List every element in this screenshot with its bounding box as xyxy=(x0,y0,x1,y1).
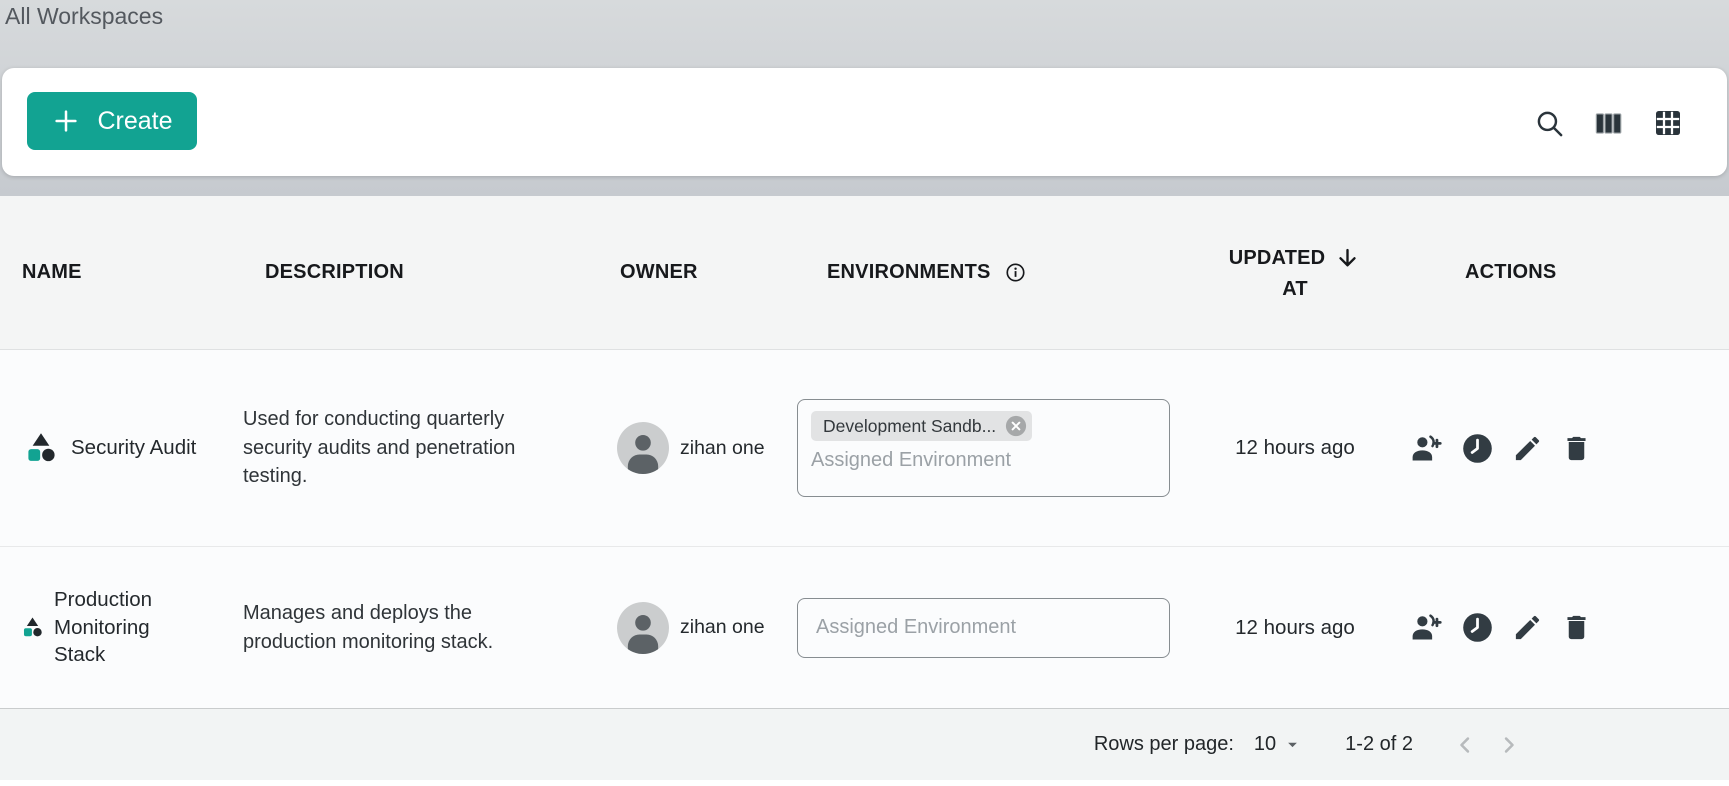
owner-cell: zihan one xyxy=(598,602,797,654)
environment-chip: Development Sandb... xyxy=(811,411,1032,441)
owner-cell: zihan one xyxy=(598,422,797,474)
rows-per-page-value: 10 xyxy=(1254,733,1276,756)
toolbar: Create xyxy=(2,68,1727,176)
table-header-row: NAME DESCRIPTION OWNER ENVIRONMENTS UPDA… xyxy=(0,196,1729,350)
actions-cell xyxy=(1400,432,1729,465)
name-cell: Production Monitoring Stack xyxy=(0,586,243,669)
environment-placeholder: Assigned Environment xyxy=(816,616,1016,639)
table-row: Production Monitoring Stack Manages and … xyxy=(0,547,1729,708)
rows-per-page-select[interactable]: 10 xyxy=(1254,733,1303,756)
avatar xyxy=(617,422,669,474)
view-columns-icon[interactable] xyxy=(1593,108,1624,139)
delete-trash-icon[interactable] xyxy=(1561,612,1592,643)
history-clock-icon[interactable] xyxy=(1461,611,1494,644)
pagination-controls xyxy=(1451,731,1523,759)
updated-at-header-label-2: AT xyxy=(1282,278,1308,301)
workspace-category-icon xyxy=(21,616,44,639)
sort-desc-arrow-icon xyxy=(1334,245,1361,272)
edit-pencil-icon[interactable] xyxy=(1512,433,1543,464)
environments-cell: Assigned Environment xyxy=(797,598,1190,658)
environment-placeholder: Assigned Environment xyxy=(811,449,1156,472)
info-icon[interactable] xyxy=(1005,262,1026,283)
column-header-name: NAME xyxy=(0,261,243,284)
previous-page-chevron-icon[interactable] xyxy=(1451,731,1479,759)
description-cell: Manages and deploys the production monit… xyxy=(243,599,598,656)
bottom-strip xyxy=(0,780,1729,786)
updated-at-cell: 12 hours ago xyxy=(1190,616,1400,640)
environment-chip-label: Development Sandb... xyxy=(823,416,996,437)
rows-per-page-label: Rows per page: xyxy=(1094,733,1234,756)
top-band: All Workspaces Create xyxy=(0,0,1729,196)
history-clock-icon[interactable] xyxy=(1461,432,1494,465)
owner-name: zihan one xyxy=(680,437,765,460)
next-page-chevron-icon[interactable] xyxy=(1495,731,1523,759)
add-user-icon[interactable] xyxy=(1410,611,1443,644)
column-header-owner: OWNER xyxy=(598,261,797,284)
edit-pencil-icon[interactable] xyxy=(1512,612,1543,643)
table-pagination-footer: Rows per page: 10 1-2 of 2 xyxy=(0,708,1729,780)
workspace-name: Production Monitoring Stack xyxy=(54,586,206,669)
plus-icon xyxy=(51,106,81,136)
page-title: All Workspaces xyxy=(5,3,163,30)
column-header-environments: ENVIRONMENTS xyxy=(797,261,1190,284)
search-icon[interactable] xyxy=(1534,108,1565,139)
chip-remove-icon[interactable] xyxy=(1005,415,1027,437)
workspaces-table: NAME DESCRIPTION OWNER ENVIRONMENTS UPDA… xyxy=(0,196,1729,780)
column-header-actions: ACTIONS xyxy=(1400,261,1729,284)
actions-cell xyxy=(1400,611,1729,644)
assigned-environment-select[interactable]: Assigned Environment xyxy=(797,598,1170,658)
toolbar-icons xyxy=(1534,107,1684,139)
column-header-updated-at[interactable]: UPDATED AT xyxy=(1190,245,1400,301)
environments-cell: Development Sandb... Assigned Environmen… xyxy=(797,399,1190,497)
updated-at-header-label: UPDATED xyxy=(1229,247,1326,270)
owner-name: zihan one xyxy=(680,616,765,639)
avatar xyxy=(617,602,669,654)
delete-trash-icon[interactable] xyxy=(1561,433,1592,464)
create-button-label: Create xyxy=(97,107,172,136)
create-button[interactable]: Create xyxy=(27,92,197,150)
view-grid-icon[interactable] xyxy=(1652,107,1684,139)
name-cell: Security Audit xyxy=(0,431,243,465)
workspaces-page: All Workspaces Create xyxy=(0,0,1729,786)
caret-down-icon xyxy=(1282,734,1303,755)
pagination-range-label: 1-2 of 2 xyxy=(1345,733,1413,756)
updated-at-cell: 12 hours ago xyxy=(1190,436,1400,460)
workspace-category-icon xyxy=(24,431,58,465)
add-user-icon[interactable] xyxy=(1410,432,1443,465)
assigned-environment-select[interactable]: Development Sandb... Assigned Environmen… xyxy=(797,399,1170,497)
environments-header-label: ENVIRONMENTS xyxy=(827,261,991,284)
column-header-description: DESCRIPTION xyxy=(243,261,598,284)
table-row: Security Audit Used for conducting quart… xyxy=(0,350,1729,547)
description-cell: Used for conducting quarterly security a… xyxy=(243,405,598,490)
workspace-name: Security Audit xyxy=(71,434,196,462)
